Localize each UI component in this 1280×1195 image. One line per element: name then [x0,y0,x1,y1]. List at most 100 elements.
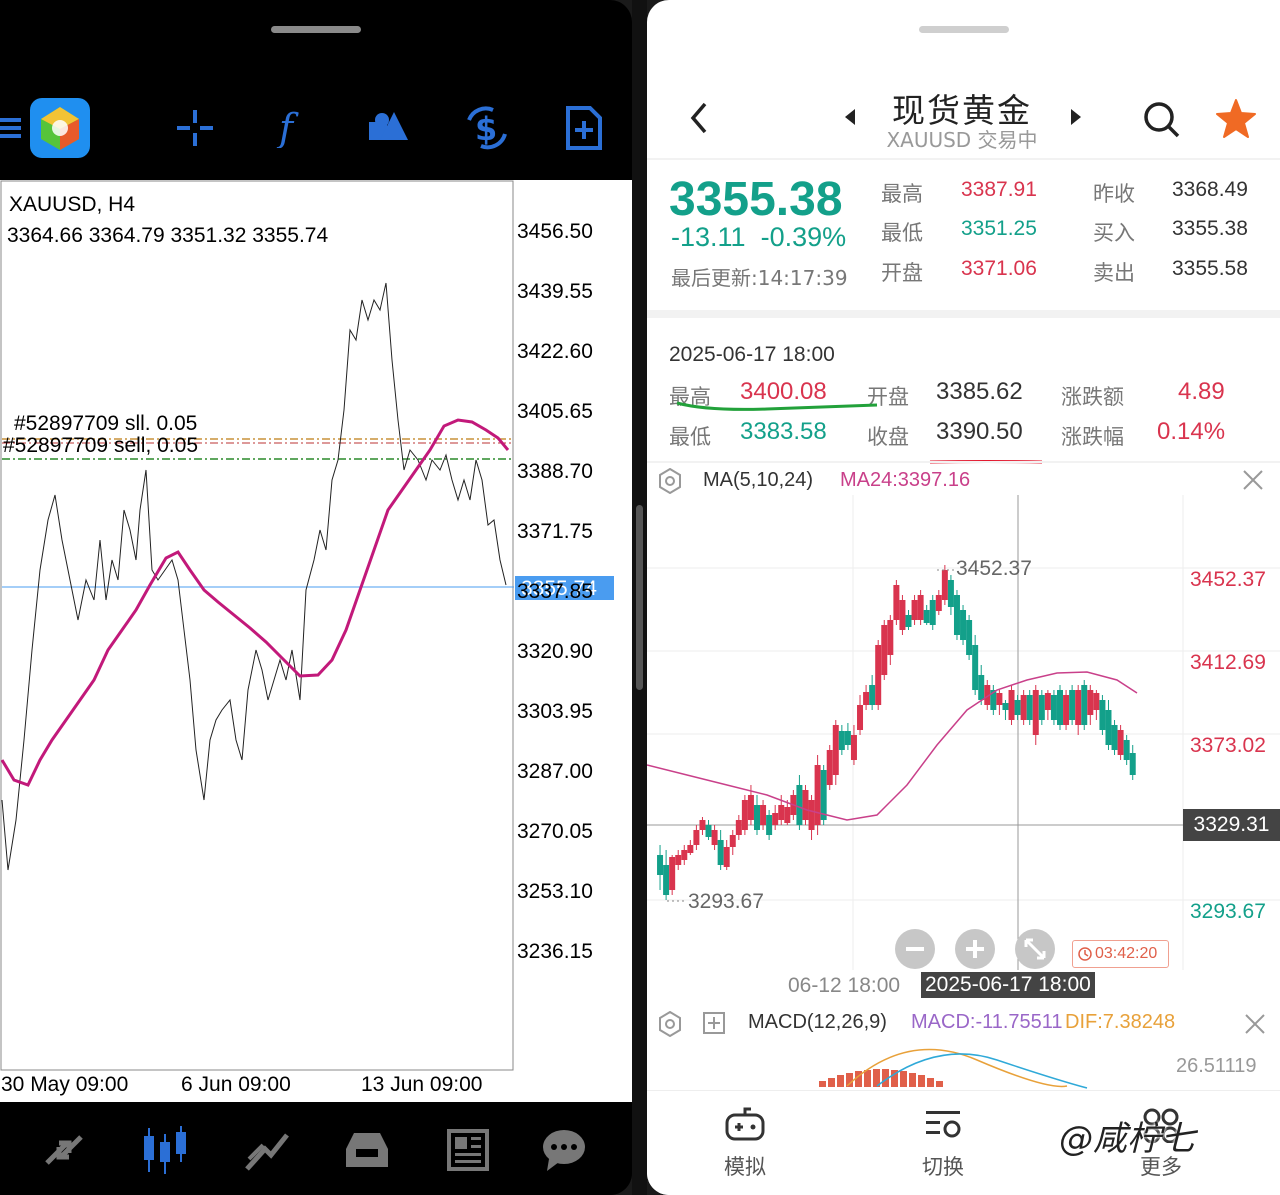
svg-text:$: $ [475,110,497,148]
candle-body [1057,690,1063,725]
candle-body [911,600,918,620]
search-icon[interactable] [1142,100,1182,144]
candle-body [717,840,724,865]
svg-text:f: f [276,108,299,148]
candle-body [996,693,1003,705]
settings-icon[interactable] [657,467,683,498]
price-axis-label: 3456.50 [517,220,593,243]
back-icon[interactable] [687,100,711,140]
nav-switch[interactable]: 切换 [883,1105,1003,1181]
candle-body [1069,690,1076,720]
order-label-sell[interactable]: #52897709 sell, 0.05 [3,434,198,458]
watermark: @咸柠七 [1059,1119,1195,1159]
candle-body [1014,700,1021,715]
macd-bar [864,1070,871,1087]
candle-body [802,790,809,820]
candle-body [772,813,779,825]
quote-label: 最高 [881,183,923,206]
history-icon[interactable] [337,1120,397,1180]
macd-value: MACD:-11.75511 [911,1011,1063,1033]
nav-demo[interactable]: 模拟 [685,1105,805,1181]
candle-body [826,750,833,785]
candle-body [905,615,912,627]
time-cursor-label: 2025-06-17 18:00 [921,972,1095,998]
candle-body [960,610,967,640]
macd-bar [819,1081,826,1087]
metatrader-logo[interactable] [28,90,92,166]
candle-body [893,585,900,620]
candle-body [1020,695,1027,720]
add-indicator-icon[interactable] [703,1012,725,1038]
candle-body [681,850,688,860]
indicators-icon[interactable]: f [259,90,323,166]
settings-icon[interactable] [657,1010,683,1041]
price-line [1,282,507,871]
mt5-chart[interactable]: 3355.74 3456.50 3439.55 3422.60 3405.65 3388… [0,180,632,1102]
candle-body [947,580,954,607]
switch-icon [926,1111,961,1138]
chart-toolbar: f $ [0,90,632,166]
candle-body [729,835,736,847]
macd-bar [936,1081,943,1087]
close-icon[interactable] [1241,468,1265,496]
candle-body [1026,695,1033,720]
quote-label: 买入 [1093,222,1135,245]
drag-handle[interactable] [271,26,361,33]
symbol-timeframe: XAUUSD, H4 [9,193,136,216]
macd-bar [846,1073,853,1087]
price-axis-label: 3405.65 [517,400,593,423]
candle-body [766,815,773,835]
gamepad-icon [725,1107,765,1141]
macd-chart[interactable]: 26.51119 [647,1040,1280,1090]
candle-body [953,595,960,635]
candle-body [887,620,894,655]
candle-body [1087,690,1094,715]
next-symbol-icon[interactable] [1069,108,1083,130]
candle-body [657,855,664,875]
chart-icon[interactable] [135,1120,195,1180]
candle-body [747,795,754,820]
candle-body [832,725,839,775]
trade-chart-icon[interactable] [236,1120,296,1180]
high-marker: 3452.37 [956,557,1032,580]
last-update: 最后更新:14:17:39 [671,266,848,290]
fullscreen-button[interactable] [1014,928,1056,974]
favorite-star-icon[interactable] [1215,98,1257,144]
order-label-sl[interactable]: #52897709 sll. 0.05 [14,412,197,436]
quotes-icon[interactable] [34,1120,94,1180]
trade-icon[interactable]: $ [455,90,519,166]
candle-body [881,625,888,675]
news-icon[interactable] [438,1120,498,1180]
candle-body [972,645,979,690]
new-order-icon[interactable] [552,90,616,166]
last-price: 3355.38 [669,173,843,226]
axis-label: 3373.02 [1190,734,1266,757]
separator [647,461,1280,463]
candle-body [899,600,906,630]
macd-label: MACD(12,26,9) [748,1011,887,1033]
kline-chart[interactable]: 3452.37 3412.69 3373.02 3293.67 3329.31 … [647,495,1280,975]
time-label: 30 May 09:00 [1,1073,129,1096]
crosshair-icon[interactable] [163,90,227,166]
candle-body [663,865,670,895]
objects-icon[interactable] [356,90,420,166]
candle-body [1117,730,1124,755]
candle-body [796,785,803,825]
chat-icon[interactable] [534,1120,594,1180]
close-icon[interactable] [1243,1012,1267,1040]
annotation-strokes [676,401,1043,464]
countdown-timer: 03:42:20 [1072,940,1169,968]
timer-value: 03:42:20 [1095,945,1158,962]
crosshair-price-tag: 3329.31 [1183,809,1280,841]
drag-handle[interactable] [919,26,1009,33]
axis-label: 3452.37 [1190,568,1266,591]
zoom-in-button[interactable] [954,928,996,974]
candle-body [1105,710,1112,745]
split-handle[interactable] [636,505,643,690]
price-axis-label: 3439.55 [517,280,593,303]
zoom-out-button[interactable] [894,928,936,974]
quote-label: 卖出 [1093,262,1135,285]
mt5-pane: f $ 3355.74 3456.50 3439.55 3422.60 3405.65… [0,0,632,1195]
quote-bid: 3355.38 [1172,217,1248,240]
quote-high: 3387.91 [961,178,1037,201]
